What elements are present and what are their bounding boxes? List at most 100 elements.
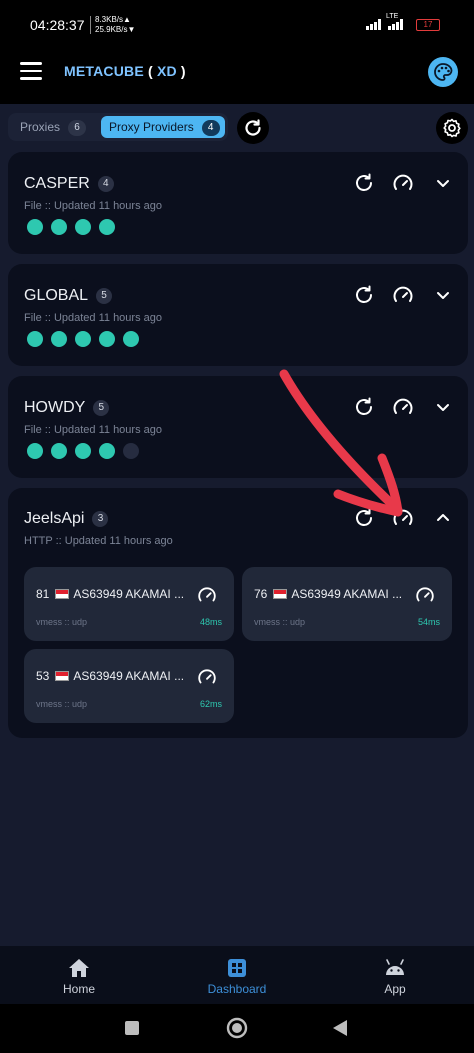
app-title-suffix: XD [156,63,177,79]
palette-icon [434,63,453,81]
provider-subtitle: File :: Updated 11 hours ago [24,200,162,212]
proxy-status-dot[interactable] [27,219,43,235]
singapore-flag-icon [272,589,287,599]
system-navigation-bar [0,1004,474,1053]
chevron-down-icon[interactable] [431,171,455,195]
home-icon [69,959,89,977]
refresh-icon [245,119,261,136]
app-title-text: METACUBE [64,63,144,79]
proxy-status-dot[interactable] [99,443,115,459]
network-speed: 8.3KB/s▲ 25.9KB/s▼ [95,15,135,35]
speedometer-icon[interactable] [391,171,415,195]
proxy-status-dot[interactable] [51,331,67,347]
tab-providers-label: Proxy Providers [109,120,194,134]
status-divider [90,16,91,34]
speedometer-icon[interactable] [391,395,415,419]
provider-name: GLOBAL 5 [24,287,113,305]
speed-down: 25.9KB/s▼ [95,25,136,34]
speedometer-icon[interactable] [196,584,218,606]
provider-subtitle: File :: Updated 11 hours ago [24,312,162,324]
provider-card-howdy[interactable]: HOWDY 5 File :: Updated 11 hours ago [8,376,468,478]
app-title: METACUBE ( XD ) [64,63,186,79]
proxy-status-dot[interactable] [27,443,43,459]
proxy-tile[interactable]: 53 AS63949 AKAMAI ... vmess :: udp 62ms [24,649,234,723]
app-title-paren-open: ( [148,63,153,79]
proxy-status-dot[interactable] [27,331,43,347]
home-button-icon[interactable] [226,1017,248,1039]
speedometer-icon[interactable] [414,584,436,606]
speedometer-icon[interactable] [196,666,218,688]
nav-dashboard-label: Dashboard [207,982,267,996]
status-time: 04:28:37 [30,17,85,33]
tab-proxies-label: Proxies [20,120,61,134]
singapore-flag-icon [54,671,69,681]
theme-button[interactable] [428,57,458,87]
provider-subtitle: File :: Updated 11 hours ago [24,424,162,436]
proxy-name: 76 AS63949 AKAMAI ... [254,587,403,601]
tab-bar: Proxies 6 Proxy Providers 4 [8,113,228,141]
proxy-status-dot-offline[interactable] [123,443,139,459]
proxy-status-dots [27,443,139,459]
back-icon[interactable] [332,1019,348,1037]
nav-dashboard[interactable]: Dashboard [192,954,282,996]
android-icon [386,959,404,975]
gear-icon [443,118,461,138]
proxy-name: 81 AS63949 AKAMAI ... [36,587,185,601]
chevron-down-icon[interactable] [431,283,455,307]
proxy-latency: 54ms [417,617,440,627]
tab-proxies-count: 6 [68,120,87,136]
proxy-type: vmess :: udp [36,699,88,709]
proxy-status-dots [27,331,139,347]
provider-card-jeelsapi[interactable]: JeelsApi 3 HTTP :: Updated 11 hours ago 8… [8,488,468,738]
provider-count: 5 [96,288,113,304]
provider-subtitle: HTTP :: Updated 11 hours ago [24,535,173,547]
proxy-status-dots [27,219,115,235]
settings-button[interactable] [436,112,468,144]
proxy-status-dot[interactable] [75,443,91,459]
nav-app-label: App [384,982,406,996]
proxy-status-dot[interactable] [51,219,67,235]
proxy-status-dot[interactable] [75,331,91,347]
refresh-icon[interactable] [352,506,376,530]
speed-up: 8.3KB/s▲ [95,15,131,24]
provider-card-casper[interactable]: CASPER 4 File :: Updated 11 hours ago [8,152,468,254]
nav-app[interactable]: App [350,954,440,996]
proxy-status-dot[interactable] [99,331,115,347]
provider-count: 3 [92,511,109,527]
tab-proxies[interactable]: Proxies 6 [12,116,96,138]
bottom-navigation: Home Dashboard App [0,946,474,1004]
proxy-status-dot[interactable] [123,331,139,347]
dashboard-icon [228,959,246,977]
proxy-status-dot[interactable] [75,219,91,235]
refresh-icon[interactable] [352,283,376,307]
provider-count: 4 [97,176,114,192]
tab-providers-count: 4 [201,120,220,136]
tab-proxy-providers[interactable]: Proxy Providers 4 [101,116,225,138]
hamburger-menu-icon[interactable] [20,62,42,82]
refresh-icon[interactable] [352,171,376,195]
refresh-icon[interactable] [352,395,376,419]
proxy-status-dot[interactable] [99,219,115,235]
proxy-tile[interactable]: 76 AS63949 AKAMAI ... vmess :: udp 54ms [242,567,452,641]
singapore-flag-icon [54,589,69,599]
proxy-status-dot[interactable] [51,443,67,459]
nav-home[interactable]: Home [34,954,124,996]
proxy-tile[interactable]: 81 AS63949 AKAMAI ... vmess :: udp 48ms [24,567,234,641]
proxy-latency: 62ms [199,699,222,709]
nav-home-label: Home [62,982,95,996]
status-bar: 04:28:37 8.3KB/s▲ 25.9KB/s▼ LTE 17 [0,0,474,42]
proxy-name: 53 AS63949 AKAMAI ... [36,669,185,683]
provider-card-global[interactable]: GLOBAL 5 File :: Updated 11 hours ago [8,264,468,366]
proxy-type: vmess :: udp [36,617,88,627]
proxy-type: vmess :: udp [254,617,306,627]
provider-name: CASPER 4 [24,175,114,193]
provider-name: HOWDY 5 [24,399,110,417]
speedometer-icon[interactable] [391,283,415,307]
battery-icon: 17 [416,19,440,31]
recents-icon[interactable] [124,1020,140,1036]
app-title-paren-close: ) [180,63,186,79]
chevron-up-icon[interactable] [431,506,455,530]
refresh-all-button[interactable] [237,112,269,144]
speedometer-icon[interactable] [391,506,415,530]
chevron-down-icon[interactable] [431,395,455,419]
